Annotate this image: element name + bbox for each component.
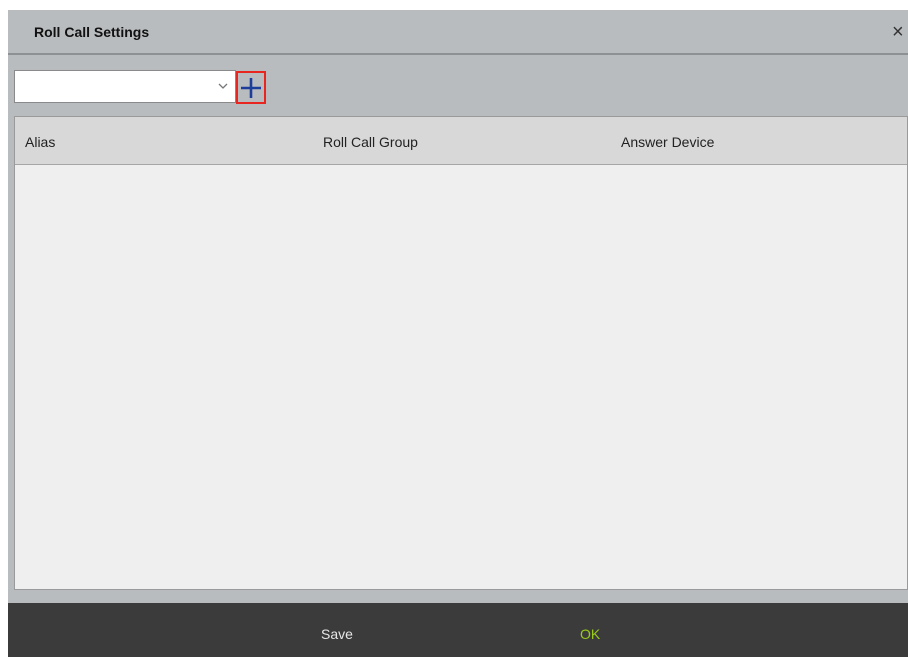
chevron-down-icon — [218, 83, 228, 89]
dialog-title: Roll Call Settings — [34, 24, 150, 40]
plus-icon — [241, 78, 261, 98]
ok-button[interactable]: OK — [580, 626, 600, 642]
dialog-titlebar: Roll Call Settings × — [8, 10, 908, 55]
device-select[interactable] — [14, 70, 236, 103]
column-header-alias[interactable]: Alias — [25, 134, 55, 150]
column-header-answer-device[interactable]: Answer Device — [621, 134, 714, 150]
close-button[interactable]: × — [892, 22, 904, 42]
add-button[interactable] — [236, 71, 266, 104]
dialog-footer: Save OK — [8, 603, 908, 657]
save-button[interactable]: Save — [321, 626, 353, 642]
roll-call-settings-dialog: Roll Call Settings × Alias Roll Call Gro… — [8, 10, 908, 657]
table-header: Alias Roll Call Group Answer Device — [15, 117, 907, 165]
column-header-roll-call-group[interactable]: Roll Call Group — [323, 134, 418, 150]
roll-call-table: Alias Roll Call Group Answer Device — [14, 116, 908, 590]
